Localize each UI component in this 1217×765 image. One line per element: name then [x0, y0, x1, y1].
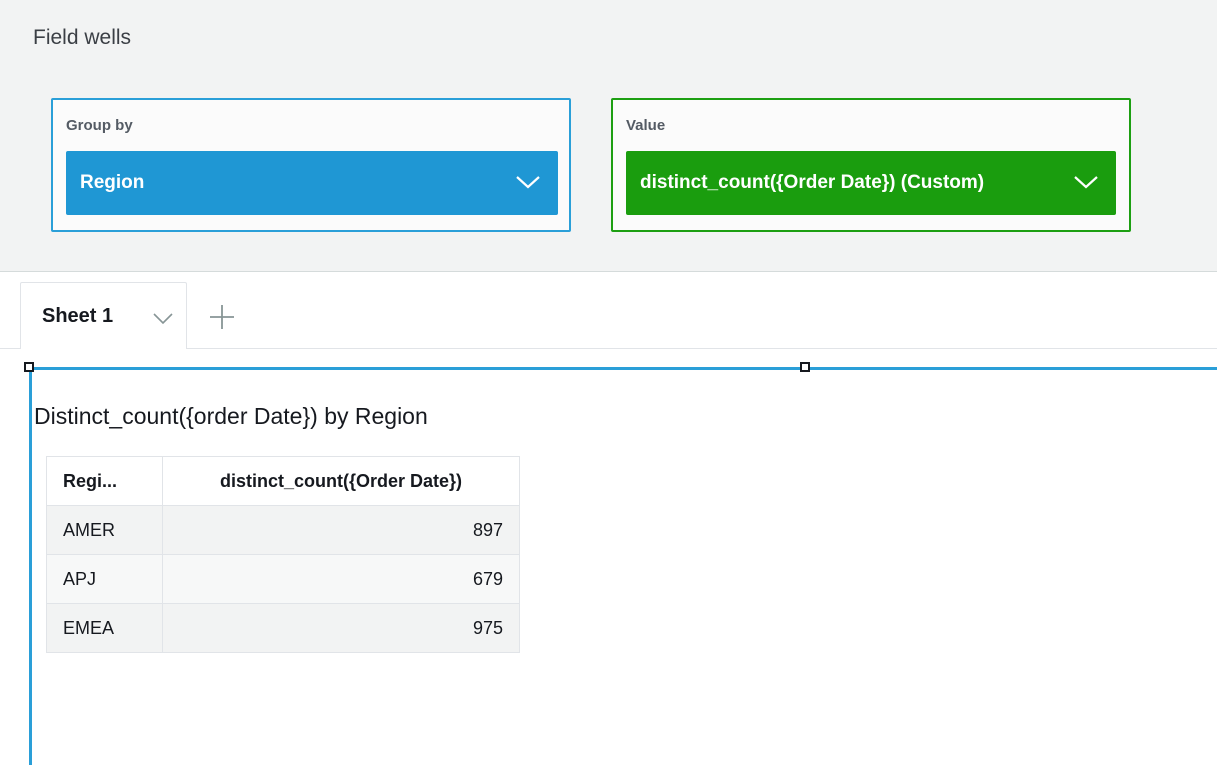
region-cell: AMER	[46, 505, 163, 555]
region-cell: EMEA	[46, 603, 163, 653]
visual-title: Distinct_count({order Date}) by Region	[34, 403, 428, 429]
resize-handle-top[interactable]	[800, 362, 810, 372]
resize-handle-top-left[interactable]	[24, 362, 34, 372]
count-cell: 897	[162, 505, 520, 555]
sheet-tab-label: Sheet 1	[42, 304, 114, 327]
table-row: AMER 897	[46, 505, 520, 555]
column-header-distinct-count[interactable]: distinct_count({Order Date})	[162, 456, 520, 506]
sheet-tab-bar: Sheet 1	[0, 273, 1217, 349]
table-header-row: Regi... distinct_count({Order Date})	[46, 456, 520, 506]
value-label: Value	[626, 117, 666, 134]
group-by-well[interactable]: Group by Region	[51, 98, 571, 232]
count-cell: 679	[162, 554, 520, 604]
chevron-down-icon[interactable]	[514, 173, 542, 191]
data-table: Regi... distinct_count({Order Date}) AME…	[46, 456, 520, 653]
chevron-down-icon[interactable]	[152, 312, 174, 326]
region-cell: APJ	[46, 554, 163, 604]
tab-sheet-1[interactable]: Sheet 1	[20, 282, 187, 349]
value-field-name: distinct_count({Order Date}) (Custom)	[640, 172, 985, 193]
table-row: APJ 679	[46, 554, 520, 604]
count-cell: 975	[162, 603, 520, 653]
value-well[interactable]: Value distinct_count({Order Date}) (Cust…	[611, 98, 1131, 232]
group-by-field-pill[interactable]: Region	[66, 151, 558, 215]
table-row: EMEA 975	[46, 603, 520, 653]
group-by-field-name: Region	[80, 172, 145, 193]
field-wells-title: Field wells	[33, 26, 132, 49]
column-header-region[interactable]: Regi...	[46, 456, 163, 506]
field-wells-panel: Field wells Group by Region Value distin…	[0, 0, 1217, 272]
chevron-down-icon[interactable]	[1072, 173, 1100, 191]
plus-icon[interactable]	[205, 300, 239, 334]
value-field-pill[interactable]: distinct_count({Order Date}) (Custom)	[626, 151, 1116, 215]
group-by-label: Group by	[66, 117, 133, 134]
